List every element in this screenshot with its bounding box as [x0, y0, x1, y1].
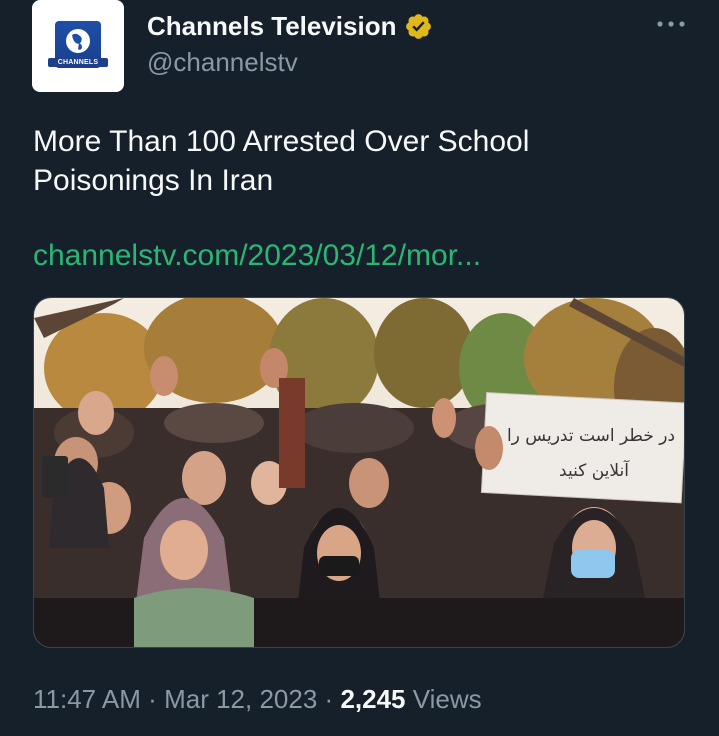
- more-options-icon[interactable]: [654, 10, 688, 38]
- tweet-text: More Than 100 Arrested Over School Poiso…: [33, 125, 530, 197]
- avatar[interactable]: CHANNELS: [32, 0, 124, 92]
- meta-separator: ·: [148, 684, 157, 714]
- tweet-link[interactable]: channelstv.com/2023/03/12/mor...: [33, 236, 481, 275]
- author-display-name[interactable]: Channels Television: [147, 11, 396, 42]
- tweet-date[interactable]: Mar 12, 2023: [164, 684, 317, 714]
- sign-text-line-2: آنلاین کنید: [559, 459, 630, 481]
- tweet-photo[interactable]: در خطر است تدریس را آنلاین کنید: [33, 297, 685, 648]
- channels-logo-text: CHANNELS: [48, 58, 108, 67]
- verified-badge-icon[interactable]: [404, 12, 433, 41]
- author-handle[interactable]: @channelstv: [147, 47, 298, 78]
- meta-separator: ·: [324, 684, 334, 714]
- sign-text-line-1: در خطر است تدریس را: [507, 426, 675, 446]
- tweet-time[interactable]: 11:47 AM: [33, 684, 141, 714]
- views-count: 2,245: [340, 684, 406, 714]
- tweet-meta: 11:47 AM · Mar 12, 2023 · 2,245 Views: [33, 684, 482, 715]
- views-label: Views: [412, 684, 482, 714]
- author-name-row: Channels Television: [147, 9, 433, 43]
